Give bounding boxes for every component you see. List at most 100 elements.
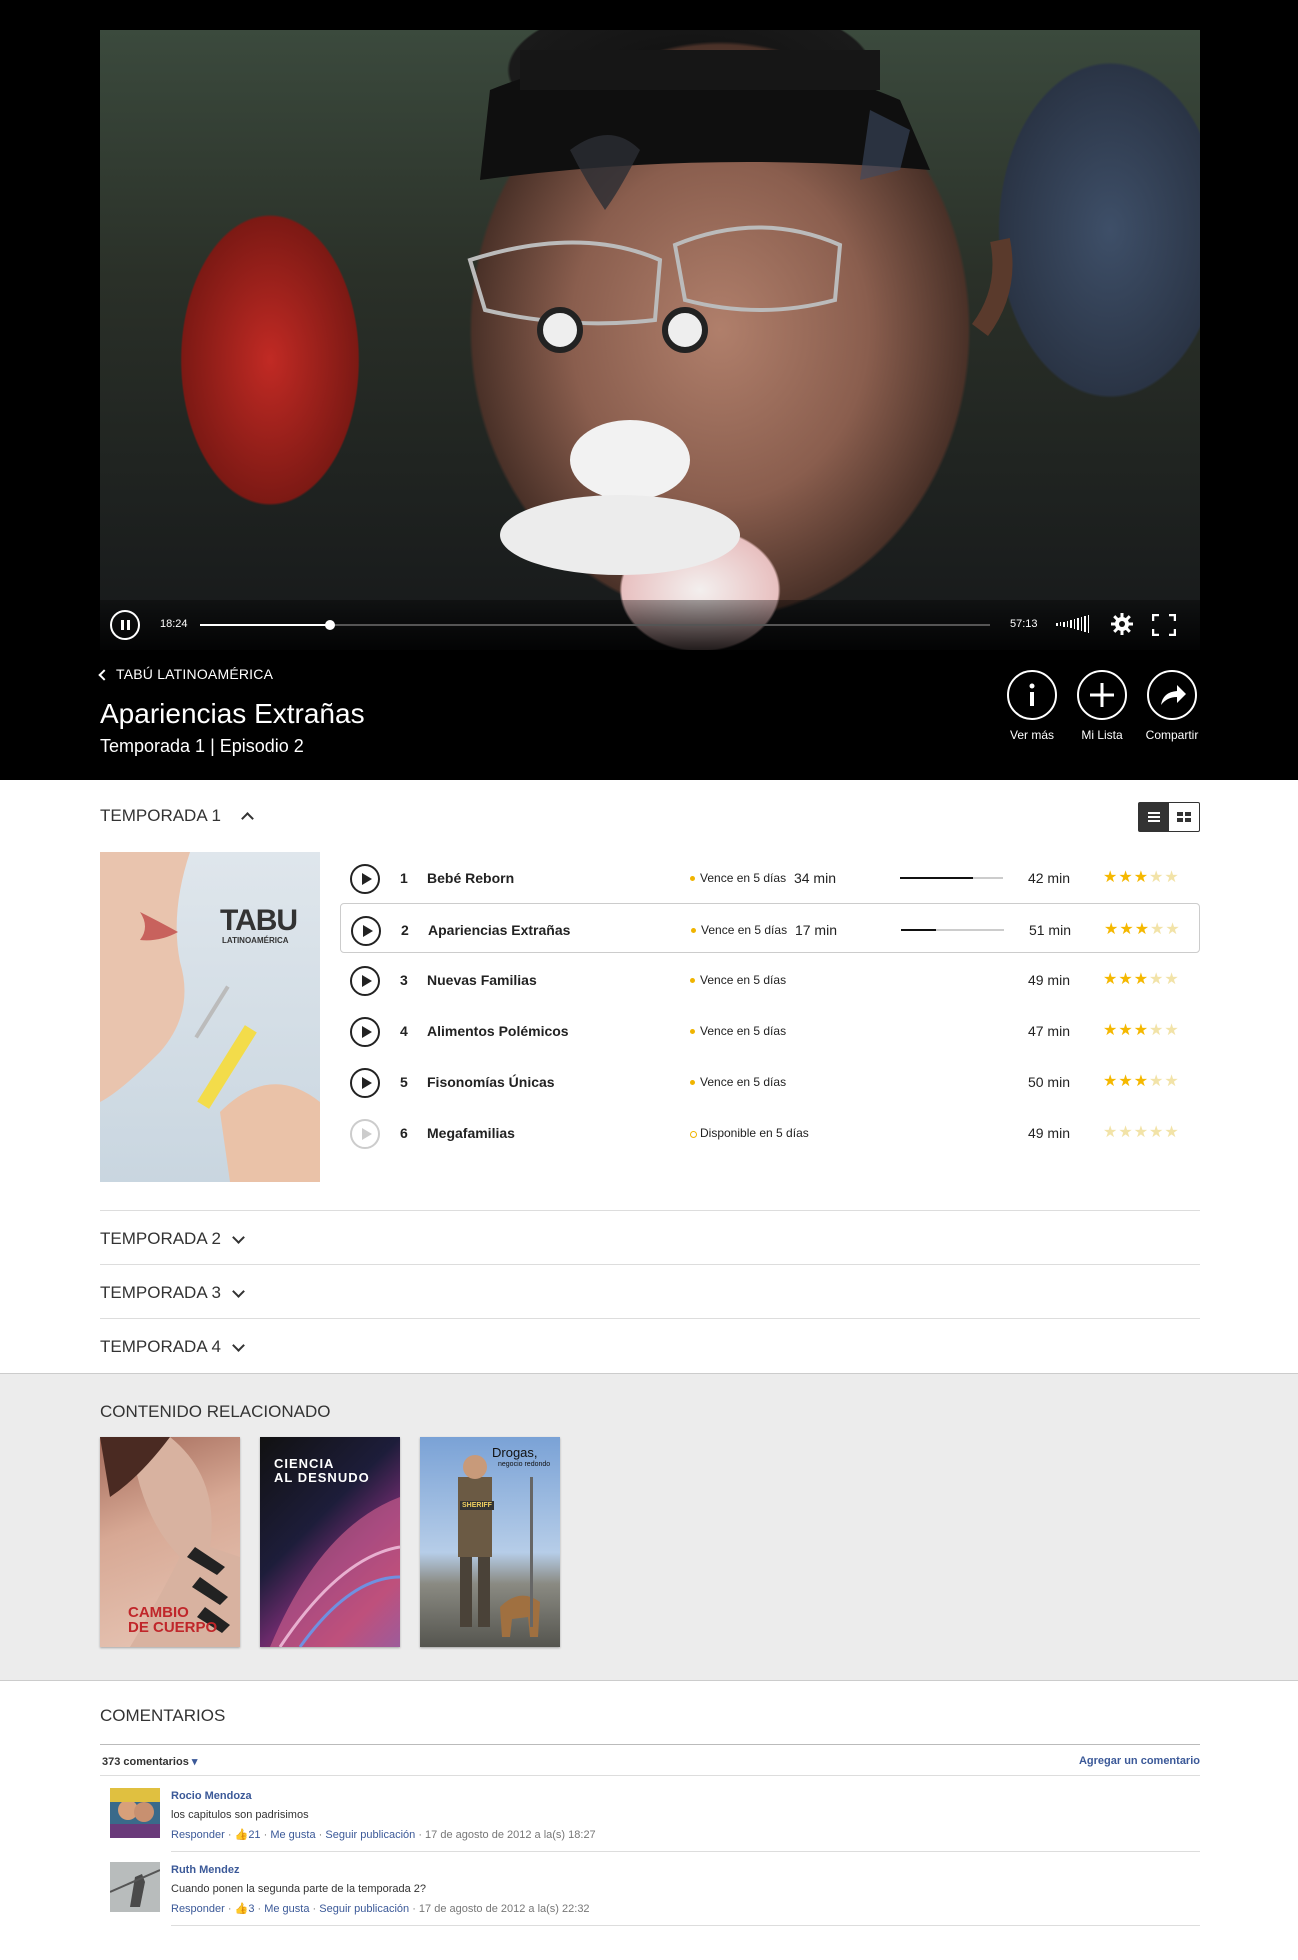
episode-number: 5 — [400, 1074, 408, 1090]
episode-row[interactable]: 1 Bebé Reborn Vence en 5 días 34 min 42 min ★… — [340, 852, 1200, 902]
seek-bar[interactable] — [200, 620, 990, 630]
rating-stars[interactable]: ★★★★★ — [1103, 1020, 1180, 1040]
comments-count-dropdown[interactable]: 373 comentarios ▾ — [102, 1755, 197, 1768]
related-item-drogas[interactable]: SHERIFF Drogas, negocio redondo — [420, 1437, 560, 1647]
comment-author[interactable]: Ruth Mendez — [171, 1864, 239, 1876]
more-info-button[interactable]: Ver más — [997, 670, 1067, 742]
poster-brand-sub: LATINOAMÉRICA — [222, 936, 289, 945]
play-icon[interactable] — [350, 1017, 380, 1047]
season-4-toggle[interactable]: TEMPORADA 4 — [100, 1318, 1200, 1372]
back-link[interactable]: TABÚ LATINOAMÉRICA — [98, 666, 273, 682]
episode-row[interactable]: 2 Apariencias Extrañas Vence en 5 días 17 m… — [340, 903, 1200, 953]
episode-name: Nuevas Familias — [427, 972, 537, 988]
star-icon: ★ — [1164, 1073, 1180, 1090]
play-icon[interactable] — [350, 864, 380, 894]
my-list-button[interactable]: Mi Lista — [1067, 670, 1137, 742]
episode-name: Alimentos Polémicos — [427, 1023, 569, 1039]
gear-icon[interactable] — [1110, 612, 1134, 636]
reply-link[interactable]: Responder — [171, 1903, 225, 1915]
grid-view-button[interactable] — [1169, 803, 1199, 831]
star-icon: ★ — [1103, 1124, 1119, 1141]
season-label: TEMPORADA 4 — [100, 1337, 221, 1356]
list-icon — [1148, 812, 1160, 822]
list-view-button[interactable] — [1139, 803, 1169, 831]
episode-row[interactable]: 6 Megafamilias Disponible en 5 días 49 min ★… — [340, 1107, 1200, 1157]
season-label: TEMPORADA 3 — [100, 1283, 221, 1302]
avatar — [110, 1788, 160, 1838]
episode-progress-fill — [901, 929, 937, 931]
season-1-toggle[interactable]: TEMPORADA 1 — [100, 806, 254, 826]
related-item-cambio-de-cuerpo[interactable]: CAMBIO DE CUERPO — [100, 1437, 240, 1647]
play-icon[interactable] — [350, 1068, 380, 1098]
comment-item: Ruth Mendez Cuando ponen la segunda part… — [100, 1852, 1200, 1926]
episode-duration: 51 min — [1028, 922, 1071, 938]
play-icon[interactable] — [351, 916, 381, 946]
play-icon[interactable] — [350, 966, 380, 996]
star-icon: ★ — [1134, 921, 1151, 938]
episode-duration: 47 min — [1027, 1023, 1070, 1039]
like-count[interactable]: 21 — [248, 1829, 260, 1841]
episode-availability: Disponible en 5 días — [690, 1126, 809, 1140]
plus-icon — [1090, 683, 1114, 707]
season-2-toggle[interactable]: TEMPORADA 2 — [100, 1210, 1200, 1264]
video-frame[interactable] — [100, 30, 1200, 650]
share-button[interactable]: Compartir — [1137, 670, 1207, 742]
star-icon: ★ — [1118, 1073, 1134, 1090]
star-icon: ★ — [1103, 971, 1119, 988]
comment-date: 17 de agosto de 2012 a la(s) 22:32 — [418, 1903, 590, 1915]
star-icon: ★ — [1150, 921, 1166, 938]
follow-link[interactable]: Seguir publicación — [319, 1903, 409, 1915]
related-title: CIENCIA AL DESNUDO — [274, 1456, 370, 1485]
like-count[interactable]: 3 — [248, 1903, 254, 1915]
pause-button[interactable] — [110, 610, 140, 640]
episode-availability: Vence en 5 días — [689, 1075, 787, 1089]
like-link[interactable]: Me gusta — [264, 1903, 309, 1915]
reply-link[interactable]: Responder — [171, 1829, 225, 1841]
add-comment-link[interactable]: Agregar un comentario — [1079, 1755, 1200, 1767]
star-icon: ★ — [1164, 1022, 1180, 1039]
like-link[interactable]: Me gusta — [270, 1829, 315, 1841]
caret-down-icon: ▾ — [191, 1756, 198, 1768]
comment-author[interactable]: Rocio Mendoza — [171, 1790, 252, 1802]
comment-text: los capitulos son padrisimos — [171, 1809, 309, 1821]
episode-row[interactable]: 4 Alimentos Polémicos Vence en 5 días 47 mi… — [340, 1005, 1200, 1055]
volume-icon[interactable] — [1056, 614, 1096, 634]
seek-bar-fill — [200, 624, 331, 626]
episode-progress-bar — [900, 877, 1003, 879]
rating-stars[interactable]: ★★★★★ — [1103, 969, 1180, 989]
fullscreen-icon[interactable] — [1152, 614, 1176, 636]
follow-link[interactable]: Seguir publicación — [325, 1829, 415, 1841]
rating-stars[interactable]: ★★★★★ — [1104, 919, 1181, 939]
star-icon: ★ — [1133, 869, 1150, 886]
rating-stars[interactable]: ★★★★★ — [1103, 1071, 1180, 1091]
star-icon: ★ — [1133, 1022, 1150, 1039]
rating-stars[interactable]: ★★★★★ — [1103, 867, 1180, 887]
related-item-ciencia-al-desnudo[interactable]: CIENCIA AL DESNUDO — [260, 1437, 400, 1647]
star-icon: ★ — [1149, 869, 1165, 886]
video-still — [467, 50, 1013, 575]
season-poster: TABU LATINOAMÉRICA — [100, 852, 320, 1182]
sheriff-badge: SHERIFF — [460, 1501, 494, 1510]
episode-duration: 49 min — [1027, 972, 1070, 988]
star-icon: ★ — [1103, 1073, 1119, 1090]
episode-watched: 34 min — [793, 870, 836, 886]
star-icon: ★ — [1118, 1124, 1134, 1141]
share-label: Compartir — [1145, 728, 1199, 742]
episode-number: 2 — [401, 922, 409, 938]
rating-stars[interactable]: ★★★★★ — [1103, 1122, 1180, 1142]
seek-handle[interactable] — [325, 620, 336, 630]
comment-text: Cuando ponen la segunda parte de la temp… — [171, 1883, 427, 1895]
season-3-toggle[interactable]: TEMPORADA 3 — [100, 1264, 1200, 1318]
comment-date: 17 de agosto de 2012 a la(s) 18:27 — [425, 1829, 596, 1841]
info-icon — [1029, 683, 1035, 706]
episode-row[interactable]: 3 Nuevas Familias Vence en 5 días 49 min ★★★… — [340, 954, 1200, 1004]
related-heading: CONTENIDO RELACIONADO — [100, 1402, 331, 1421]
poster-brand: TABU — [220, 904, 298, 937]
season-1-label: TEMPORADA 1 — [100, 806, 221, 825]
related-subtitle: negocio redondo — [498, 1461, 551, 1468]
related-title: Drogas, — [492, 1445, 538, 1460]
episode-row[interactable]: 5 Fisonomías Únicas Vence en 5 días 50 min ★… — [340, 1056, 1200, 1106]
play-icon[interactable] — [350, 1119, 380, 1149]
episode-duration: 50 min — [1027, 1074, 1070, 1090]
episode-subtitle: Temporada 1 | Episodio 2 — [100, 736, 304, 756]
